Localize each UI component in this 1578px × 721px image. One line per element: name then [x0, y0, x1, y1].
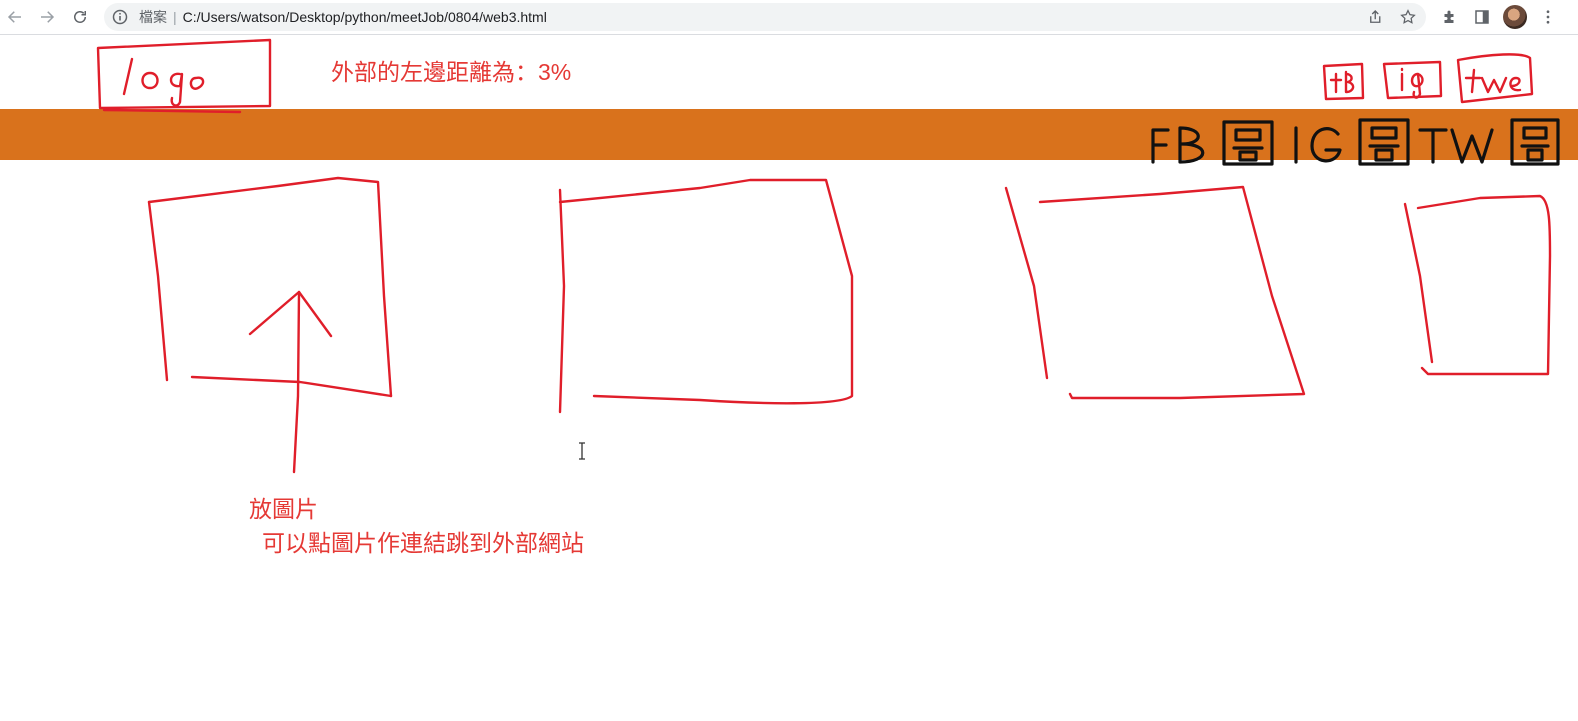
reload-icon: [74, 11, 86, 23]
arrow-left-icon: [7, 11, 21, 23]
back-button[interactable]: [3, 5, 27, 29]
header-nav-bar: [0, 109, 1578, 160]
upload-arrow: [248, 290, 333, 474]
page-content: 外部的左邊距離為：3% 放圖片 可以點圖片作連結跳到外部網站: [0, 36, 1578, 721]
extensions-button[interactable]: [1437, 5, 1461, 29]
profile-avatar[interactable]: [1503, 5, 1527, 29]
ig-icon[interactable]: [1382, 60, 1443, 100]
share-icon: [1370, 10, 1381, 23]
forward-button[interactable]: [35, 5, 59, 29]
puzzle-icon: [1444, 10, 1454, 23]
info-icon[interactable]: [112, 9, 128, 25]
image-caption: 放圖片: [249, 496, 318, 522]
browser-toolbar: 檔案 | C:/Users/watson/Desktop/python/meetJo…: [0, 0, 1578, 35]
menu-button[interactable]: [1536, 5, 1560, 29]
text-cursor-icon: [579, 442, 585, 460]
fb-icon[interactable]: [1322, 62, 1365, 101]
margin-note: 外部的左邊距離為：3%: [331, 59, 572, 85]
image-box-3[interactable]: [1004, 185, 1306, 400]
image-box-2[interactable]: [558, 178, 854, 414]
star-icon: [1400, 9, 1416, 24]
url-text[interactable]: 檔案 | C:/Users/watson/Desktop/python/meetJo…: [139, 9, 547, 25]
side-panel-icon: [1475, 10, 1489, 24]
image-box-4[interactable]: [1403, 194, 1552, 376]
reload-button[interactable]: [68, 5, 92, 29]
share-button[interactable]: [1364, 5, 1388, 29]
url-value: C:/Users/watson/Desktop/python/meetJob/0…: [182, 9, 547, 25]
address-bar[interactable]: 檔案 | C:/Users/watson/Desktop/python/meetJo…: [104, 3, 1426, 31]
more-vertical-icon: [1546, 10, 1550, 24]
security-label: 檔案: [139, 9, 167, 25]
arrow-right-icon: [41, 11, 55, 23]
side-panel-button[interactable]: [1470, 5, 1494, 29]
bookmark-button[interactable]: [1396, 5, 1420, 29]
logo-sketch[interactable]: [96, 38, 272, 114]
link-caption: 可以點圖片作連結跳到外部網站: [262, 530, 584, 556]
twe-icon[interactable]: [1456, 53, 1534, 104]
image-box-1[interactable]: [147, 176, 393, 398]
